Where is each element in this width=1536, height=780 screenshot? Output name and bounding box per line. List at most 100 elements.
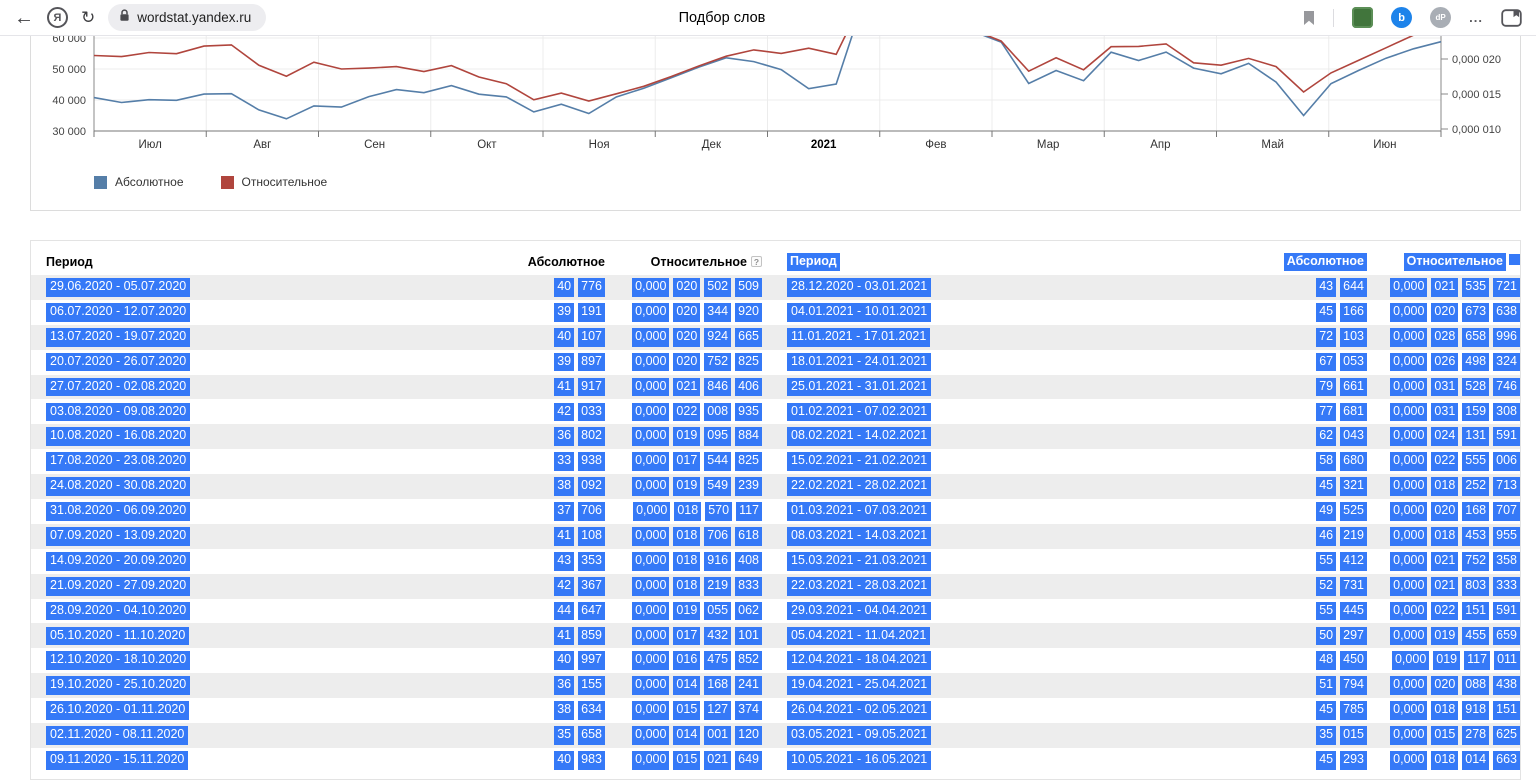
extension-icon-gray[interactable]: dP	[1430, 7, 1452, 28]
selected-text: 0,000	[632, 278, 670, 297]
selected-text: 22.02.2021 - 28.02.2021	[787, 477, 932, 496]
more-button[interactable]: ...	[1469, 11, 1483, 24]
selected-text: 0,000	[1390, 352, 1428, 372]
selected-text: 72	[1316, 327, 1337, 347]
value-cell: 0,000 020 752 825	[605, 352, 762, 372]
yandex-badge[interactable]: Я	[47, 7, 68, 28]
selected-text: 752	[704, 352, 732, 372]
selected-text: 117	[1464, 651, 1491, 671]
table-row: 27.07.2020 - 02.08.2020 41 917 0,000 021 846 4…	[31, 374, 1520, 400]
selected-text: 031	[1431, 377, 1459, 397]
selected-text: 644	[1340, 278, 1367, 297]
value-cell: 0,000 019 117 011	[1367, 651, 1520, 671]
svg-text:Мар: Мар	[1037, 139, 1060, 151]
period-cell: 01.03.2021 - 07.03.2021	[787, 502, 942, 521]
selected-text: 0,000	[1390, 302, 1428, 322]
bookmark-icon[interactable]	[1303, 10, 1315, 26]
selected-text: 168	[704, 676, 732, 696]
back-button[interactable]: ←	[14, 8, 34, 28]
value-cell: 0,000 022 555 006	[1367, 452, 1520, 472]
selected-text: 453	[1462, 526, 1490, 546]
legend-item-absolute[interactable]: Абсолютное	[94, 175, 184, 189]
period-cell: 22.02.2021 - 28.02.2021	[787, 477, 942, 496]
value-cell: 55 445	[942, 601, 1367, 621]
value-cell: 0,000 022 151 591	[1367, 601, 1520, 621]
selected-text: 707	[1493, 502, 1520, 521]
selected-text: 0,000	[1390, 526, 1428, 546]
selected-text: 0,000	[1390, 701, 1428, 720]
value-cell: 37 706	[201, 502, 605, 521]
selected-text: 353	[578, 551, 605, 571]
period-cell: 15.03.2021 - 21.03.2021	[787, 551, 942, 571]
selected-text: 321	[1340, 477, 1367, 496]
selected-text: 42	[554, 402, 575, 422]
value-cell: 0,000 018 219 833	[605, 576, 762, 596]
selected-text: 055	[704, 601, 732, 621]
help-icon[interactable]: ?	[751, 256, 762, 267]
selected-text: 103	[1340, 327, 1367, 347]
table-body: 29.06.2020 - 05.07.2020 40 776 0,000 020 502 5…	[31, 275, 1520, 773]
svg-text:Июн: Июн	[1373, 139, 1396, 151]
table-row: 03.08.2020 - 09.08.2020 42 033 0,000 022 008 9…	[31, 399, 1520, 424]
selected-text: 36	[554, 676, 575, 696]
period-cell: 13.07.2020 - 19.07.2020	[46, 327, 201, 347]
selected-text: 498	[1462, 352, 1490, 372]
selected-text: 021	[1431, 576, 1459, 596]
extension-icon-blue[interactable]: b	[1391, 7, 1413, 28]
svg-text:Сен: Сен	[364, 139, 385, 151]
legend-item-relative[interactable]: Относительное	[220, 175, 327, 189]
help-icon-selected[interactable]	[1509, 253, 1520, 265]
value-cell: 77 681	[942, 402, 1367, 422]
selected-text: 0,000	[632, 327, 670, 347]
value-cell: 40 997	[201, 651, 605, 671]
selected-text: 29.06.2020 - 05.07.2020	[46, 278, 191, 297]
selected-text: 015	[1340, 726, 1367, 745]
selected-text: 721	[1493, 278, 1520, 297]
selected-text: 0,000	[1390, 377, 1428, 397]
selected-text: 36	[554, 427, 575, 447]
selected-text: 528	[1462, 377, 1490, 397]
period-cell: 10.05.2021 - 16.05.2021	[787, 750, 942, 770]
selected-text: 0,000	[1390, 402, 1428, 422]
period-cell: 12.04.2021 - 18.04.2021	[787, 651, 942, 671]
selected-text: 51	[1316, 676, 1337, 696]
selected-text: 026	[1431, 352, 1459, 372]
selected-text: 412	[1340, 551, 1367, 571]
extension-icon-green[interactable]	[1352, 7, 1374, 28]
svg-text:60 000: 60 000	[52, 36, 86, 45]
svg-text:Май: Май	[1261, 139, 1284, 151]
selected-text: 0,000	[632, 551, 670, 571]
refresh-button[interactable]: ↻	[81, 9, 95, 26]
col-header-absolute-left: Абсолютное	[527, 255, 605, 269]
selected-text: 095	[704, 427, 732, 447]
browser-toolbar: ← Я ↻ wordstat.yandex.ru Подбор слов b d…	[0, 0, 1536, 36]
selected-text: 0,000	[1390, 676, 1428, 696]
value-cell: 0,000 021 535 721	[1367, 278, 1520, 297]
value-cell: 45 785	[942, 701, 1367, 720]
selected-text: 0,000	[1390, 502, 1428, 521]
selected-text: 20.07.2020 - 26.07.2020	[46, 352, 191, 372]
selected-text: 438	[1493, 676, 1520, 696]
selected-text: 785	[1340, 701, 1367, 720]
value-cell: 0,000 019 055 062	[605, 601, 762, 621]
selected-text: 019	[1431, 626, 1459, 646]
value-cell: 0,000 015 278 625	[1367, 726, 1520, 745]
selected-text: 10.08.2020 - 16.08.2020	[46, 427, 191, 447]
tabs-panel-icon[interactable]	[1501, 8, 1522, 27]
address-bar[interactable]: wordstat.yandex.ru	[108, 4, 267, 31]
selected-text: 40	[554, 750, 575, 770]
selected-text: 252	[1462, 477, 1490, 496]
selected-text: 31.08.2020 - 06.09.2020	[46, 502, 191, 521]
selected-text: 018	[674, 502, 702, 521]
selected-text: 752	[1462, 551, 1490, 571]
selected-text: 014	[673, 676, 701, 696]
value-cell: 0,000 021 803 333	[1367, 576, 1520, 596]
selected-text: 015	[1431, 726, 1459, 745]
selected-text: 107	[578, 327, 605, 347]
selected-text: 011	[1494, 651, 1520, 671]
value-cell: 0,000 021 846 406	[605, 377, 762, 397]
selected-text: 018	[1431, 750, 1459, 770]
selected-text: 09.11.2020 - 15.11.2020	[46, 750, 189, 770]
svg-text:Июл: Июл	[138, 139, 161, 151]
selected-text: 151	[1462, 601, 1490, 621]
